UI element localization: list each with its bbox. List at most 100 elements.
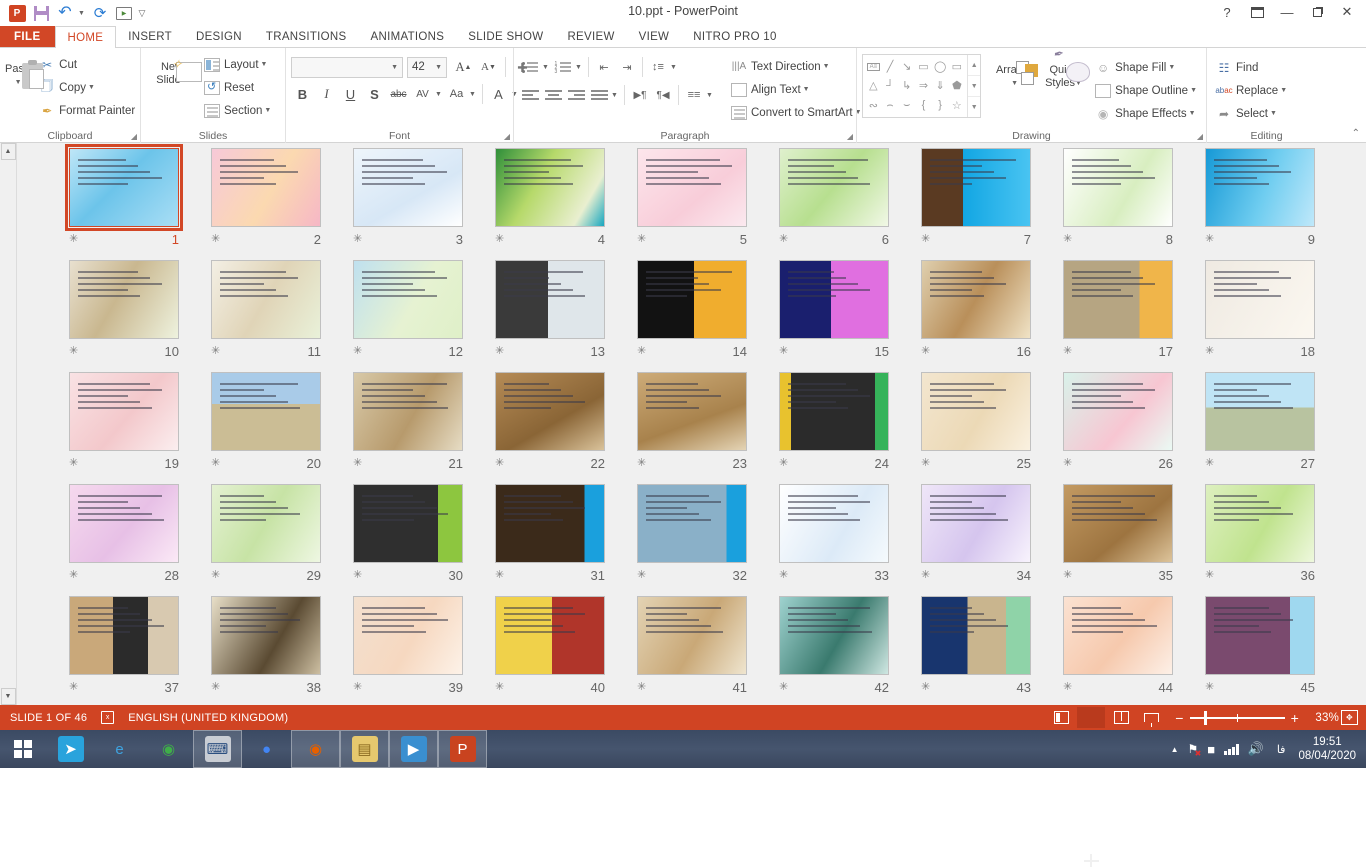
animation-marker-icon[interactable]: ✳: [353, 682, 362, 693]
slide-thumbnail-image[interactable]: [495, 484, 605, 563]
tab-review[interactable]: REVIEW: [555, 26, 626, 47]
slide-thumbnail-27[interactable]: ✳27: [1189, 372, 1331, 484]
slide-thumbnail-image[interactable]: [637, 596, 747, 675]
shapes-scroll-up-icon[interactable]: ▲: [968, 55, 980, 76]
shape-rectangle-icon[interactable]: ▭: [915, 57, 932, 76]
zoom-out-button[interactable]: −: [1175, 710, 1183, 726]
slide-thumbnail-24[interactable]: ✳24: [763, 372, 905, 484]
underline-button[interactable]: U: [339, 83, 362, 106]
animation-marker-icon[interactable]: ✳: [495, 234, 504, 245]
quick-styles-button[interactable]: ✒ Quick Styles ▼: [1042, 58, 1085, 90]
justify-button[interactable]: [588, 84, 610, 106]
taskbar-item-google-chrome[interactable]: ●: [242, 730, 291, 768]
slide-sorter-view-button[interactable]: [1077, 707, 1105, 728]
slide-thumbnail-12[interactable]: ✳12: [337, 260, 479, 372]
columns-dropdown-icon[interactable]: ▼: [706, 84, 715, 106]
animation-marker-icon[interactable]: ✳: [211, 234, 220, 245]
slide-thumbnail-42[interactable]: ✳42: [763, 596, 905, 705]
reading-view-button[interactable]: [1107, 707, 1135, 728]
tab-slide-show[interactable]: SLIDE SHOW: [456, 26, 555, 47]
slide-thumbnail-28[interactable]: ✳28: [53, 484, 195, 596]
taskbar-item-media-player[interactable]: ▶: [389, 730, 438, 768]
animation-marker-icon[interactable]: ✳: [921, 458, 930, 469]
taskbar-item-telegram[interactable]: ➤: [46, 730, 95, 768]
slide-thumbnail-image[interactable]: [1205, 148, 1315, 227]
slide-thumbnail-image[interactable]: [353, 484, 463, 563]
format-painter-button[interactable]: ✒ Format Painter: [35, 99, 139, 122]
bold-button[interactable]: B: [291, 83, 314, 106]
select-button[interactable]: ➦ Select ▼: [1212, 102, 1291, 125]
animation-marker-icon[interactable]: ✳: [211, 346, 220, 357]
animation-marker-icon[interactable]: ✳: [637, 570, 646, 581]
slide-thumbnail-36[interactable]: ✳36: [1189, 484, 1331, 596]
taskbar-item-mozilla-firefox[interactable]: ◉: [291, 730, 340, 768]
character-spacing-dropdown-icon[interactable]: ▼: [435, 83, 444, 106]
animation-marker-icon[interactable]: ✳: [1063, 346, 1072, 357]
slide-thumbnail-image[interactable]: [211, 260, 321, 339]
slide-thumbnail-13[interactable]: ✳13: [479, 260, 621, 372]
animation-marker-icon[interactable]: ✳: [1063, 682, 1072, 693]
animation-marker-icon[interactable]: ✳: [1063, 570, 1072, 581]
normal-view-button[interactable]: [1047, 707, 1075, 728]
shapes-more-icon[interactable]: ▼: [968, 97, 980, 117]
slide-thumbnail-image[interactable]: [69, 372, 179, 451]
shape-curve-icon[interactable]: ⌣: [898, 96, 915, 115]
slide-thumbnail-image[interactable]: [779, 260, 889, 339]
animation-marker-icon[interactable]: ✳: [637, 458, 646, 469]
chevron-down-icon[interactable]: ▼: [88, 84, 95, 91]
line-spacing-dropdown-icon[interactable]: ▼: [670, 56, 679, 78]
shapes-gallery[interactable]: A≡ ╱ ↘ ▭ ◯ ▭ △ ┘ ↳ ⇒ ⇓ ⬟ ∾ ⌢ ⌣ { }: [862, 54, 981, 118]
zoom-slider[interactable]: [1190, 717, 1285, 719]
slide-thumbnail-image[interactable]: [353, 372, 463, 451]
animation-marker-icon[interactable]: ✳: [211, 682, 220, 693]
drawing-dialog-launcher-icon[interactable]: ◢: [1197, 132, 1203, 141]
slide-thumbnail-32[interactable]: ✳32: [621, 484, 763, 596]
animation-marker-icon[interactable]: ✳: [495, 570, 504, 581]
slide-thumbnail-image[interactable]: [1205, 372, 1315, 451]
slide-thumbnail-image[interactable]: [637, 484, 747, 563]
start-button[interactable]: [0, 730, 46, 768]
slide-thumbnail-image[interactable]: [921, 596, 1031, 675]
animation-marker-icon[interactable]: ✳: [69, 682, 78, 693]
slide-thumbnail-10[interactable]: ✳10: [53, 260, 195, 372]
slide-thumbnail-45[interactable]: ✳45: [1189, 596, 1331, 705]
chevron-down-icon[interactable]: ▼: [1270, 110, 1277, 117]
tab-insert[interactable]: INSERT: [116, 26, 184, 47]
shape-fill-button[interactable]: ☺ Shape Fill ▼: [1091, 56, 1201, 79]
shape-effects-button[interactable]: ◉ Shape Effects ▼: [1091, 102, 1201, 125]
slide-thumbnail-image[interactable]: [1063, 596, 1173, 675]
slide-thumbnail-16[interactable]: ✳16: [905, 260, 1047, 372]
font-color-button[interactable]: A: [487, 83, 510, 106]
slide-thumbnail-44[interactable]: ✳44: [1047, 596, 1189, 705]
paste-button[interactable]: Paste ▼: [5, 57, 33, 89]
decrease-font-size-button[interactable]: A▼: [477, 56, 500, 79]
fit-to-window-button[interactable]: ✥: [1341, 710, 1358, 725]
language-label[interactable]: ENGLISH (UNITED KINGDOM): [128, 712, 288, 724]
animation-marker-icon[interactable]: ✳: [211, 458, 220, 469]
chevron-down-icon[interactable]: ▼: [823, 63, 830, 70]
slide-thumbnail-6[interactable]: ✳6: [763, 148, 905, 260]
slide-thumbnail-image[interactable]: [353, 260, 463, 339]
align-text-button[interactable]: Align Text ▼: [727, 78, 866, 101]
shape-left-brace-icon[interactable]: {: [915, 96, 932, 115]
layout-button[interactable]: Layout ▼: [200, 53, 275, 76]
slide-thumbnail-image[interactable]: [637, 148, 747, 227]
ribbon-display-options-icon[interactable]: [1242, 1, 1272, 23]
chevron-down-icon[interactable]: ▼: [1011, 77, 1018, 90]
taskbar-item-remote-desktop[interactable]: ⌨: [193, 730, 242, 768]
slide-thumbnail-23[interactable]: ✳23: [621, 372, 763, 484]
columns-button[interactable]: ≡≡: [683, 84, 705, 106]
slide-thumbnail-image[interactable]: [779, 484, 889, 563]
animation-marker-icon[interactable]: ✳: [495, 346, 504, 357]
slide-thumbnail-image[interactable]: [921, 260, 1031, 339]
slide-thumbnail-19[interactable]: ✳19: [53, 372, 195, 484]
slide-thumbnail-image[interactable]: [921, 484, 1031, 563]
animation-marker-icon[interactable]: ✳: [921, 234, 930, 245]
shape-textbox-icon[interactable]: A≡: [865, 57, 882, 76]
shape-outline-button[interactable]: Shape Outline ▼: [1091, 79, 1201, 102]
animation-marker-icon[interactable]: ✳: [1205, 682, 1214, 693]
cut-button[interactable]: ✂ Cut: [35, 53, 139, 76]
slide-thumbnail-33[interactable]: ✳33: [763, 484, 905, 596]
slide-thumbnail-41[interactable]: ✳41: [621, 596, 763, 705]
animation-marker-icon[interactable]: ✳: [779, 458, 788, 469]
